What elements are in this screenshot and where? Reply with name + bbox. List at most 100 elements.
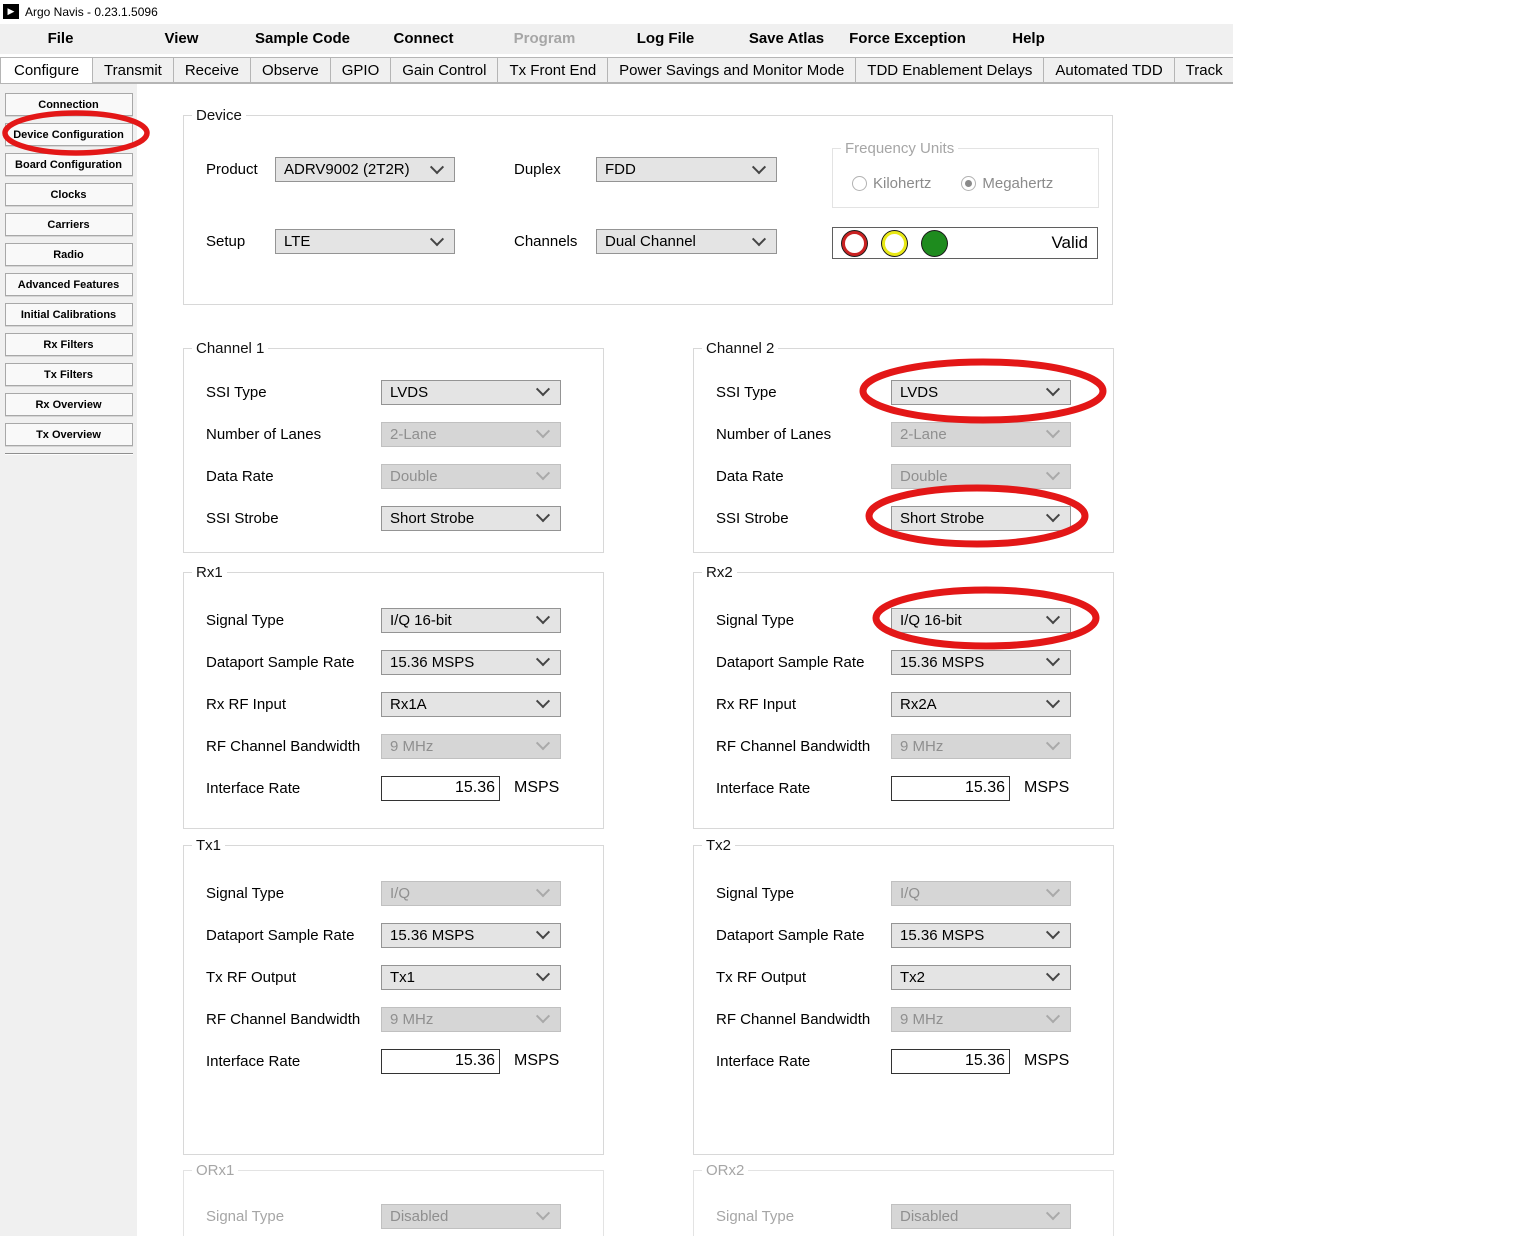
group-caption: Device [192,107,246,124]
field-row: Tx RF OutputTx1 [184,956,603,998]
radio-circle-icon [852,176,867,191]
group-caption: Rx2 [702,564,737,581]
sidebar-separator [5,453,133,455]
signal-type-value: I/Q 16-bit [900,612,962,629]
sidebar-item-tx-filters[interactable]: Tx Filters [5,363,133,386]
signal-type-label: Signal Type [206,1208,381,1225]
channels-dropdown[interactable]: Dual Channel [596,229,777,254]
field-row: Signal TypeI/Q [694,872,1113,914]
setup-dropdown[interactable]: LTE [275,229,455,254]
field-row: Signal Type Disabled [184,1195,603,1236]
sidebar-item-tx-overview[interactable]: Tx Overview [5,423,133,446]
data-rate-label: Data Rate [716,468,891,485]
tx-rf-output-dropdown[interactable]: Tx2 [891,965,1071,990]
sidebar-item-connection[interactable]: Connection [5,93,133,116]
sidebar-item-board-configuration[interactable]: Board Configuration [5,153,133,176]
dataport-sample-rate-dropdown[interactable]: 15.36 MSPS [381,650,561,675]
chevron-down-icon [536,925,550,939]
sidebar-item-carriers[interactable]: Carriers [5,213,133,236]
field-row: Signal TypeI/Q [184,872,603,914]
tx-rf-output-label: Tx RF Output [716,969,891,986]
interface-rate-input[interactable] [381,1049,500,1074]
menu-item-view[interactable]: View [121,24,242,54]
sidebar-item-rx-filters[interactable]: Rx Filters [5,333,133,356]
duplex-value: FDD [605,161,636,178]
signal-type-value: Disabled [390,1208,448,1225]
field-row: Rx RF InputRx1A [184,683,603,725]
duplex-dropdown[interactable]: FDD [596,157,777,182]
signal-type-label: Signal Type [716,1208,891,1225]
tab-power-savings-and-monitor-mode[interactable]: Power Savings and Monitor Mode [608,57,856,83]
tab-track[interactable]: Track [1175,57,1233,83]
menu-item-connect[interactable]: Connect [363,24,484,54]
signal-type-dropdown[interactable]: I/Q 16-bit [381,608,561,633]
field-row: Interface RateMSPS [184,767,603,809]
validity-status-label: Valid [1051,233,1088,253]
menu-item-log-file[interactable]: Log File [605,24,726,54]
field-row: SSI StrobeShort Strobe [694,497,1113,539]
ssi-strobe-dropdown[interactable]: Short Strobe [381,506,561,531]
field-row: Dataport Sample Rate15.36 MSPS [184,914,603,956]
sidebar-item-initial-calibrations[interactable]: Initial Calibrations [5,303,133,326]
tab-automated-tdd[interactable]: Automated TDD [1044,57,1174,83]
field-row: Signal TypeI/Q 16-bit [694,599,1113,641]
chevron-down-icon [430,160,444,174]
device-group: Device Product ADRV9002 (2T2R) Duplex FD… [183,115,1113,305]
number-of-lanes-label: Number of Lanes [716,426,891,443]
menu-item-save-atlas[interactable]: Save Atlas [726,24,847,54]
tab-gpio[interactable]: GPIO [331,57,392,83]
field-row: RF Channel Bandwidth9 MHz [694,998,1113,1040]
sidebar-item-clocks[interactable]: Clocks [5,183,133,206]
sidebar-item-rx-overview[interactable]: Rx Overview [5,393,133,416]
field-row: Dataport Sample Rate15.36 MSPS [694,641,1113,683]
dataport-sample-rate-dropdown[interactable]: 15.36 MSPS [891,650,1071,675]
rx-rf-input-label: Rx RF Input [716,696,891,713]
signal-type-dropdown[interactable]: I/Q 16-bit [891,608,1071,633]
sidebar-item-radio[interactable]: Radio [5,243,133,266]
rf-channel-bandwidth-value: 9 MHz [900,738,943,755]
interface-rate-input[interactable] [381,776,500,801]
sidebar-item-device-configuration[interactable]: Device Configuration [5,123,133,146]
rx-rf-input-dropdown[interactable]: Rx2A [891,692,1071,717]
ssi-type-dropdown[interactable]: LVDS [891,380,1071,405]
dataport-sample-rate-dropdown[interactable]: 15.36 MSPS [891,923,1071,948]
chevron-down-icon [536,694,550,708]
ssi-type-dropdown[interactable]: LVDS [381,380,561,405]
group-caption: Rx1 [192,564,227,581]
tab-tdd-enablement-delays[interactable]: TDD Enablement Delays [856,57,1044,83]
tab-gain-control[interactable]: Gain Control [391,57,498,83]
group-caption: ORx1 [192,1162,238,1179]
field-row: RF Channel Bandwidth9 MHz [694,725,1113,767]
interface-rate-input[interactable] [891,776,1010,801]
tab-configure[interactable]: Configure [0,57,93,84]
dataport-sample-rate-label: Dataport Sample Rate [206,927,381,944]
rx2-group: Rx2 Signal TypeI/Q 16-bitDataport Sample… [693,572,1114,829]
ssi-strobe-dropdown[interactable]: Short Strobe [891,506,1071,531]
menu-bar: FileViewSample CodeConnectProgramLog Fil… [0,24,1233,54]
menu-item-help[interactable]: Help [968,24,1089,54]
menu-item-file[interactable]: File [0,24,121,54]
sidebar-item-advanced-features[interactable]: Advanced Features [5,273,133,296]
chevron-down-icon [536,466,550,480]
ssi-type-label: SSI Type [206,384,381,401]
rx-rf-input-value: Rx1A [390,696,427,713]
chevron-down-icon [1046,736,1060,750]
chevron-down-icon [536,883,550,897]
tab-observe[interactable]: Observe [251,57,331,83]
chevron-down-icon [752,160,766,174]
field-row: RF Channel Bandwidth9 MHz [184,998,603,1040]
tab-transmit[interactable]: Transmit [93,57,174,83]
tab-receive[interactable]: Receive [174,57,251,83]
menu-item-program: Program [484,24,605,54]
interface-rate-input[interactable] [891,1049,1010,1074]
dataport-sample-rate-label: Dataport Sample Rate [716,654,891,671]
tx-rf-output-dropdown[interactable]: Tx1 [381,965,561,990]
menu-item-force-exception[interactable]: Force Exception [847,24,968,54]
menu-item-sample-code[interactable]: Sample Code [242,24,363,54]
rx-rf-input-dropdown[interactable]: Rx1A [381,692,561,717]
field-row: Number of Lanes2-Lane [694,413,1113,455]
product-dropdown[interactable]: ADRV9002 (2T2R) [275,157,455,182]
frequency-units-group: Frequency Units KilohertzMegahertz [832,148,1099,208]
tab-tx-front-end[interactable]: Tx Front End [498,57,608,83]
dataport-sample-rate-dropdown[interactable]: 15.36 MSPS [381,923,561,948]
